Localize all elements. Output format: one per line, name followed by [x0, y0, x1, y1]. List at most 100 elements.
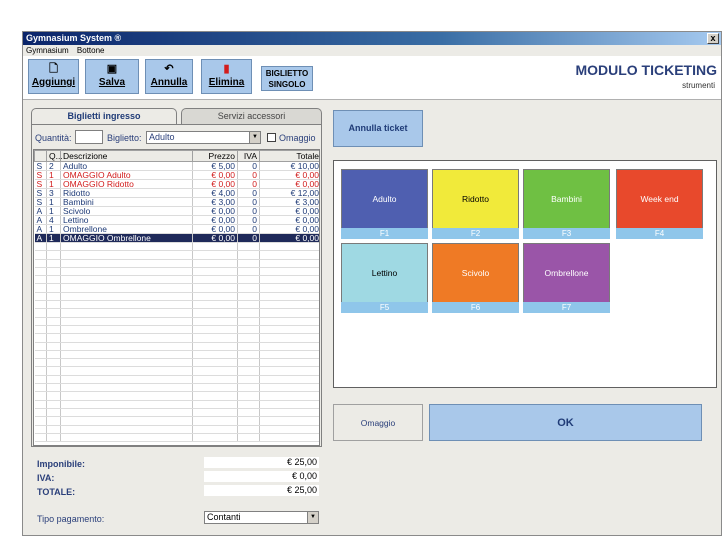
cell-qty: 1 [46, 197, 61, 207]
table-row[interactable]: S 3 Ridotto € 4,00 0 € 12,00 [34, 188, 319, 198]
col-description[interactable]: Descrizione [60, 150, 193, 162]
empty-row [34, 433, 319, 443]
close-button[interactable]: x [707, 33, 719, 44]
empty-row [34, 375, 319, 385]
toolbar: 🗋 Aggiungi ▣ Salva ↶ Annulla ▮ Elimina B… [23, 56, 721, 100]
cell-price: € 0,00 [192, 224, 238, 234]
ticket-grid[interactable]: Q... Descrizione Prezzo IVA Totale S 2 Adu… [33, 149, 320, 446]
cell-price: € 3,00 [192, 197, 238, 207]
cell-iva: 0 [237, 215, 260, 225]
cell-iva: 0 [237, 233, 260, 243]
cell-total: € 0,00 [259, 170, 319, 180]
module-subtitle: strumenti [682, 81, 715, 90]
cell-price: € 0,00 [192, 179, 238, 189]
table-row[interactable]: A 1 Scivolo € 0,00 0 € 0,00 [34, 206, 319, 216]
cell-qty: 3 [46, 188, 61, 198]
table-row[interactable]: A 1 Ombrellone € 0,00 0 € 0,00 [34, 224, 319, 234]
omaggio-button[interactable]: Omaggio [333, 404, 423, 441]
iva-value: € 0,00 [204, 471, 319, 482]
table-row[interactable]: A 4 Lettino € 0,00 0 € 0,00 [34, 215, 319, 225]
iva-label: IVA: [37, 473, 55, 483]
ok-button[interactable]: OK [429, 404, 702, 441]
cell-price: € 4,00 [192, 188, 238, 198]
cell-description: OMAGGIO Adulto [60, 170, 193, 180]
chevron-down-icon[interactable]: ▼ [307, 512, 318, 523]
cell-iva: 0 [237, 170, 260, 180]
cell-qty: 1 [46, 170, 61, 180]
cell-type: S [34, 161, 47, 171]
shortcut-key: F4 [616, 228, 703, 239]
chevron-down-icon[interactable]: ▼ [249, 132, 260, 143]
cell-total: € 12,00 [259, 188, 319, 198]
ticket-adulto-button[interactable]: Adulto F1 [341, 169, 428, 239]
imponibile-value: € 25,00 [204, 457, 319, 468]
add-button[interactable]: 🗋 Aggiungi [28, 59, 79, 94]
cancel-button[interactable]: ↶ Annulla [145, 59, 193, 94]
empty-row [34, 308, 319, 318]
ticket-buttons-panel: Adulto F1 Ridotto F2 Bambini F3 Week end… [333, 160, 717, 388]
shortcut-key: F6 [432, 302, 519, 313]
col-type[interactable] [34, 150, 47, 162]
cell-iva: 0 [237, 224, 260, 234]
tab-servizi-accessori[interactable]: Servizi accessori [181, 108, 322, 124]
cell-type: S [34, 188, 47, 198]
col-price[interactable]: Prezzo [192, 150, 238, 162]
window-title: Gymnasium System ® [26, 33, 122, 43]
menu-gymnasium[interactable]: Gymnasium [26, 46, 69, 55]
ticket-ombrellone-button[interactable]: Ombrellone F7 [523, 243, 610, 313]
single-ticket-button[interactable]: BIGLIETTO SINGOLO [261, 66, 313, 91]
ticket-lettino-button[interactable]: Lettino F5 [341, 243, 428, 313]
ticket-weekend-button[interactable]: Week end F4 [616, 169, 703, 239]
cell-total: € 10,00 [259, 161, 319, 171]
cell-total: € 0,00 [259, 206, 319, 216]
cell-type: S [34, 170, 47, 180]
tab-biglietti-ingresso[interactable]: Biglietti ingresso [31, 108, 177, 124]
ticket-scivolo-button[interactable]: Scivolo F6 [432, 243, 519, 313]
cell-qty: 1 [46, 179, 61, 189]
col-total[interactable]: Totale [259, 150, 319, 162]
empty-row [34, 325, 319, 335]
payment-select[interactable]: Contanti ▼ [204, 511, 319, 524]
ticket-ridotto-button[interactable]: Ridotto F2 [432, 169, 519, 239]
omaggio-checkbox[interactable] [267, 133, 276, 142]
total-value: € 25,00 [204, 485, 319, 496]
col-qty[interactable]: Q... [46, 150, 63, 162]
table-row[interactable]: A 1 OMAGGIO Ombrellone € 0,00 0 € 0,00 [34, 233, 319, 243]
cancel-ticket-button[interactable]: Annulla ticket [333, 110, 423, 147]
ticket-bambini-button[interactable]: Bambini F3 [523, 169, 610, 239]
empty-row [34, 275, 319, 285]
cell-price: € 0,00 [192, 215, 238, 225]
cell-type: A [34, 224, 47, 234]
table-row[interactable]: S 2 Adulto € 5,00 0 € 10,00 [34, 161, 319, 171]
cell-type: A [34, 206, 47, 216]
tab-strip: Biglietti ingresso Servizi accessori [31, 108, 322, 124]
table-row[interactable]: S 1 OMAGGIO Adulto € 0,00 0 € 0,00 [34, 170, 319, 180]
empty-row [34, 292, 319, 302]
ticket-select[interactable]: Adulto ▼ [146, 131, 261, 144]
delete-button[interactable]: ▮ Elimina [201, 59, 252, 94]
save-button[interactable]: ▣ Salva [85, 59, 139, 94]
omaggio-label: Omaggio [279, 133, 316, 143]
cell-iva: 0 [237, 197, 260, 207]
cell-qty: 2 [46, 161, 61, 171]
empty-row [34, 317, 319, 326]
table-row[interactable]: S 1 Bambini € 3,00 0 € 3,00 [34, 197, 319, 207]
cell-price: € 0,00 [192, 170, 238, 180]
document-icon: 🗋 [49, 63, 58, 75]
module-title: MODULO TICKETING [575, 62, 717, 78]
ticket-label: Biglietto: [107, 133, 142, 143]
cell-description: Bambini [60, 197, 193, 207]
quantity-input[interactable] [75, 130, 103, 144]
payment-label: Tipo pagamento: [37, 514, 105, 524]
cell-description: Ombrellone [60, 224, 193, 234]
cell-description: Ridotto [60, 188, 193, 198]
cell-total: € 0,00 [259, 233, 319, 243]
table-row[interactable]: S 1 OMAGGIO Ridotto € 0,00 0 € 0,00 [34, 179, 319, 189]
empty-row [34, 408, 319, 418]
col-iva[interactable]: IVA [237, 150, 260, 162]
cell-price: € 0,00 [192, 233, 238, 243]
save-icon: ▣ [106, 63, 118, 75]
cell-qty: 1 [46, 206, 61, 216]
empty-row [34, 350, 319, 360]
menu-bottone[interactable]: Bottone [77, 46, 105, 55]
